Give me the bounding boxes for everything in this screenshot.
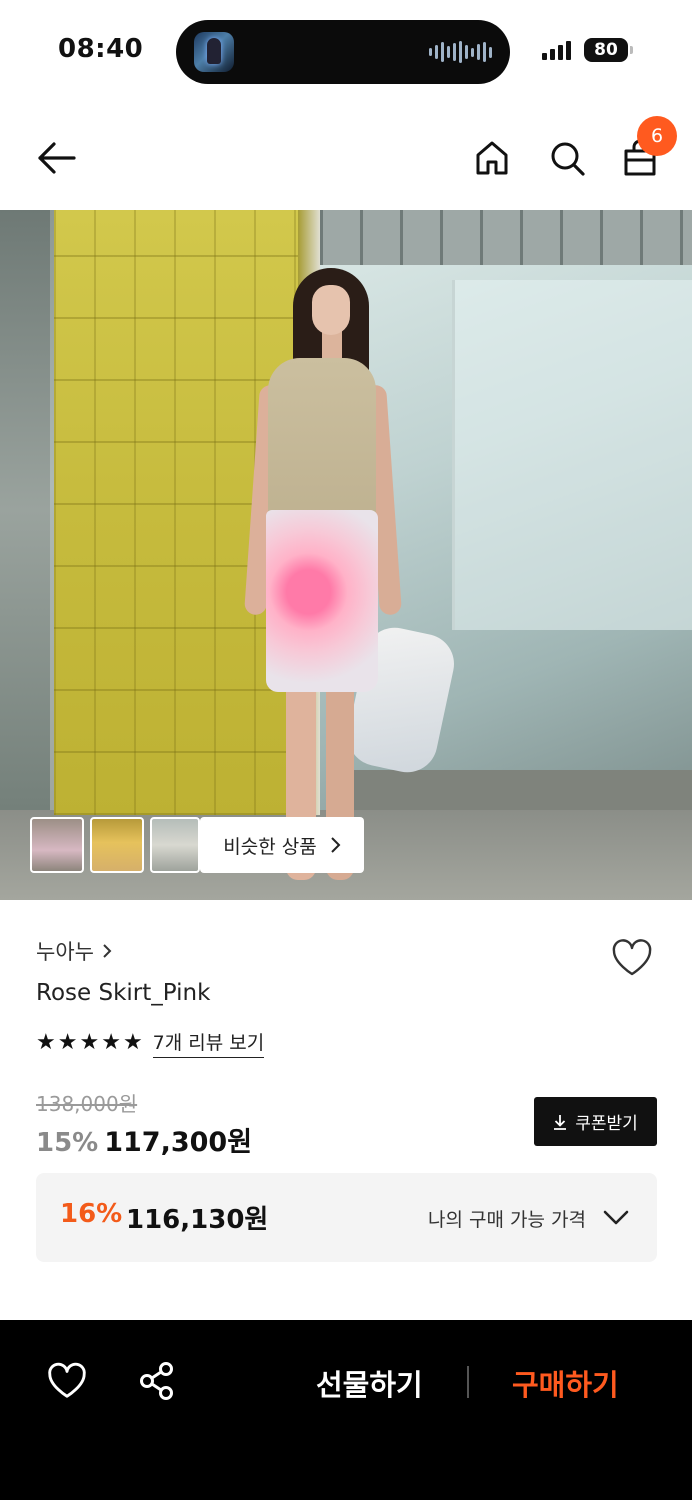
search-button[interactable] bbox=[545, 136, 589, 180]
back-button[interactable] bbox=[34, 136, 78, 180]
cellular-signal-icon bbox=[542, 40, 571, 60]
top-nav bbox=[0, 110, 692, 206]
similar-products-button[interactable]: 비슷한 상품 bbox=[200, 817, 364, 873]
rating-row: ★ ★ ★ ★ ★ 7개 리뷰 보기 bbox=[36, 1028, 265, 1058]
star-icon: ★ bbox=[36, 1030, 56, 1055]
now-playing-artwork bbox=[194, 32, 234, 72]
share-icon bbox=[140, 1362, 173, 1400]
search-icon bbox=[551, 142, 585, 176]
bar-divider bbox=[467, 1366, 469, 1398]
view-reviews-link[interactable]: 7개 리뷰 보기 bbox=[152, 1028, 265, 1058]
best-price: 116,130원 bbox=[126, 1205, 269, 1235]
star-icon: ★ bbox=[57, 1030, 78, 1055]
rating-stars: ★ ★ ★ ★ ★ bbox=[36, 1032, 143, 1054]
get-coupon-button[interactable]: 쿠폰받기 bbox=[534, 1097, 657, 1146]
model-top bbox=[268, 358, 376, 518]
thumbnail-1[interactable] bbox=[30, 817, 84, 873]
star-icon: ★ bbox=[79, 1030, 100, 1055]
thumbnail-2[interactable] bbox=[90, 817, 144, 873]
product-hero-image[interactable]: 비슷한 상품 bbox=[0, 210, 692, 900]
chevron-right-icon bbox=[331, 837, 341, 853]
audio-waveform-icon bbox=[429, 41, 492, 63]
heart-icon bbox=[612, 939, 652, 976]
chevron-down-icon bbox=[603, 1210, 629, 1225]
brand-link[interactable]: 누아누 bbox=[36, 936, 112, 966]
star-icon: ★ bbox=[122, 1030, 143, 1055]
sale-price: 117,300원 bbox=[104, 1127, 253, 1158]
best-price-label: 나의 구매 가능 가격 bbox=[428, 1209, 586, 1231]
status-bar: 08:40 80 bbox=[0, 0, 692, 100]
bottom-wishlist-button[interactable] bbox=[46, 1360, 88, 1402]
cart-count-badge: 6 bbox=[637, 116, 677, 156]
similar-products-label: 비슷한 상품 bbox=[223, 835, 317, 858]
product-name: Rose Skirt_Pink bbox=[36, 980, 211, 1006]
brand-name: 누아누 bbox=[36, 940, 94, 964]
download-icon bbox=[554, 1114, 567, 1130]
thumbnail-3[interactable] bbox=[150, 817, 200, 873]
buy-button[interactable]: 구매하기 bbox=[512, 1362, 619, 1404]
dynamic-island[interactable] bbox=[176, 20, 510, 84]
discount-rate: 15% bbox=[36, 1128, 99, 1158]
bottom-action-bar: 선물하기 구매하기 bbox=[0, 1320, 692, 1500]
status-time: 08:40 bbox=[58, 34, 144, 64]
coupon-label: 쿠폰받기 bbox=[575, 1114, 638, 1134]
home-button[interactable] bbox=[470, 136, 514, 180]
battery-indicator: 80 bbox=[584, 38, 633, 62]
original-price: 138,000원 bbox=[36, 1092, 138, 1116]
back-arrow-icon bbox=[38, 142, 76, 174]
wishlist-button[interactable] bbox=[608, 934, 656, 982]
home-icon bbox=[476, 141, 508, 175]
gift-button[interactable]: 선물하기 bbox=[316, 1362, 423, 1404]
chevron-right-icon bbox=[103, 944, 112, 958]
best-discount-rate: 16% bbox=[60, 1199, 123, 1229]
share-button[interactable] bbox=[136, 1360, 178, 1402]
rose-skirt bbox=[266, 510, 378, 692]
heart-icon bbox=[48, 1362, 86, 1398]
price-row: 15% 117,300원 bbox=[36, 1120, 252, 1159]
best-price-panel[interactable]: 16% 116,130원 나의 구매 가능 가격 bbox=[36, 1173, 657, 1262]
star-icon: ★ bbox=[101, 1030, 121, 1055]
